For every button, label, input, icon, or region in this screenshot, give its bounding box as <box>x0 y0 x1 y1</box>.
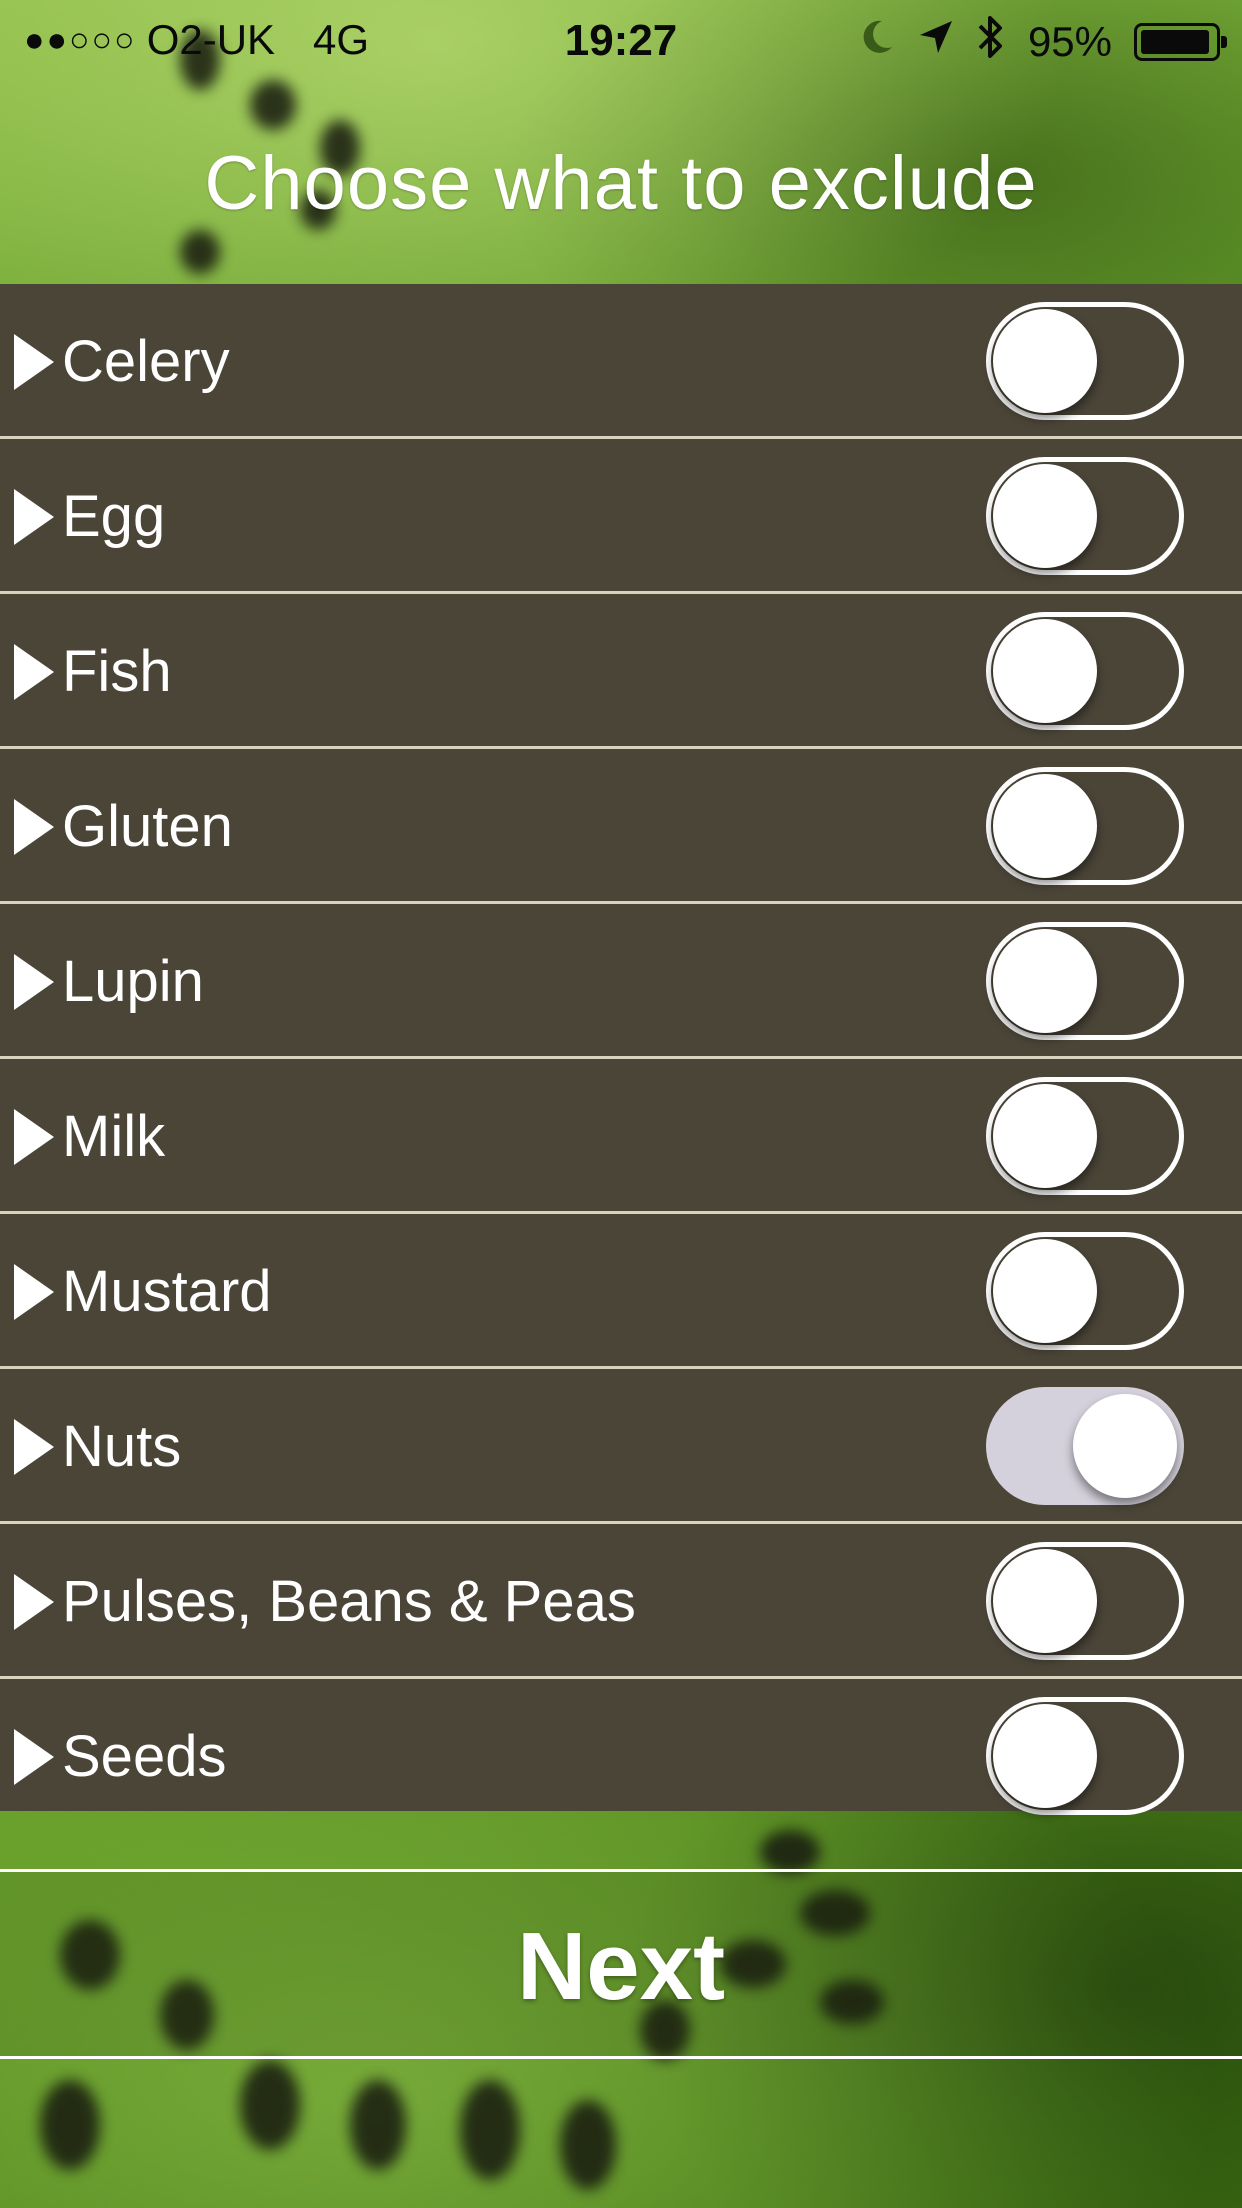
moon-icon <box>860 17 896 67</box>
expand-arrow-icon[interactable] <box>14 334 54 390</box>
bluetooth-icon <box>976 14 1006 70</box>
expand-arrow-icon[interactable] <box>14 1729 54 1785</box>
expand-arrow-icon[interactable] <box>14 1264 54 1320</box>
next-button-label: Next <box>516 1913 726 2020</box>
allergen-list: Celery Egg Fish Gluten Lupin Milk Mustard Nuts P… <box>0 284 1242 1815</box>
toggle-knob <box>993 464 1097 568</box>
toggle-knob <box>993 929 1097 1033</box>
toggle-knob <box>993 774 1097 878</box>
allergen-label: Egg <box>62 484 166 549</box>
exclude-toggle[interactable] <box>986 767 1184 885</box>
toggle-knob <box>993 619 1097 723</box>
allergen-label: Gluten <box>62 794 233 859</box>
status-right: 95% <box>860 14 1227 70</box>
exclude-toggle[interactable] <box>986 1232 1184 1350</box>
allergen-label: Lupin <box>62 949 204 1014</box>
location-arrow-icon <box>918 17 954 67</box>
allergen-label: Celery <box>62 329 230 394</box>
exclude-toggle[interactable] <box>986 457 1184 575</box>
allergen-label: Fish <box>62 639 172 704</box>
allergen-row[interactable]: Gluten <box>0 749 1242 904</box>
toggle-knob <box>993 1704 1097 1808</box>
expand-arrow-icon[interactable] <box>14 954 54 1010</box>
allergen-row[interactable]: Seeds <box>0 1679 1242 1815</box>
exclude-toggle[interactable] <box>986 612 1184 730</box>
allergen-row[interactable]: Nuts <box>0 1369 1242 1524</box>
allergen-label: Milk <box>62 1104 166 1169</box>
allergen-row[interactable]: Celery <box>0 284 1242 439</box>
exclude-toggle[interactable] <box>986 1697 1184 1815</box>
toggle-knob <box>993 1549 1097 1653</box>
exclude-toggle[interactable] <box>986 302 1184 420</box>
expand-arrow-icon[interactable] <box>14 1419 54 1475</box>
allergen-label: Pulses, Beans & Peas <box>62 1569 636 1634</box>
allergen-row[interactable]: Egg <box>0 439 1242 594</box>
toggle-knob <box>993 309 1097 413</box>
allergen-row[interactable]: Lupin <box>0 904 1242 1059</box>
expand-arrow-icon[interactable] <box>14 1574 54 1630</box>
allergen-row[interactable]: Mustard <box>0 1214 1242 1369</box>
allergen-label: Mustard <box>62 1259 272 1324</box>
expand-arrow-icon[interactable] <box>14 644 54 700</box>
exclude-toggle[interactable] <box>986 922 1184 1040</box>
toggle-knob <box>1073 1394 1177 1498</box>
page-title: Choose what to exclude <box>204 141 1038 226</box>
exclude-toggle[interactable] <box>986 1542 1184 1660</box>
next-button[interactable]: Next <box>0 1869 1242 2059</box>
battery-percent: 95% <box>1027 18 1112 65</box>
exclude-toggle[interactable] <box>986 1387 1184 1505</box>
toggle-knob <box>993 1239 1097 1343</box>
exclude-toggle[interactable] <box>986 1077 1184 1195</box>
battery-icon <box>1134 23 1227 61</box>
allergen-label: Seeds <box>62 1724 227 1789</box>
expand-arrow-icon[interactable] <box>14 799 54 855</box>
allergen-row[interactable]: Pulses, Beans & Peas <box>0 1524 1242 1679</box>
status-bar: ●●○○○ O2-UK 4G 19:27 95% <box>0 0 1242 80</box>
allergen-row[interactable]: Milk <box>0 1059 1242 1214</box>
expand-arrow-icon[interactable] <box>14 1109 54 1165</box>
allergen-row[interactable]: Fish <box>0 594 1242 749</box>
allergen-label: Nuts <box>62 1414 182 1479</box>
expand-arrow-icon[interactable] <box>14 489 54 545</box>
battery-level-fill <box>1141 30 1210 54</box>
toggle-knob <box>993 1084 1097 1188</box>
